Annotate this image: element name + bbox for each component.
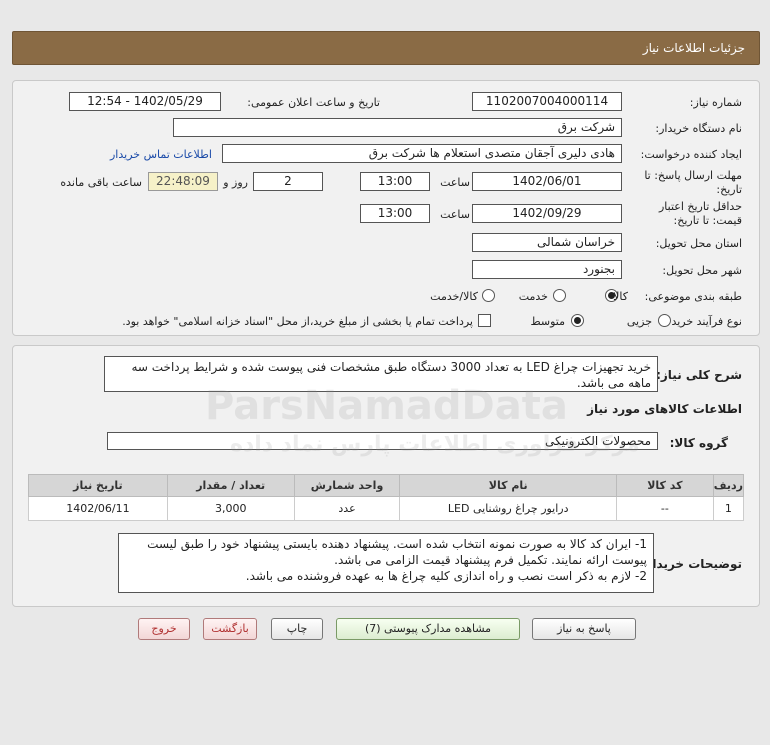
deadline-date-field: 1402/06/01 [472, 172, 622, 191]
summary-field: خرید تجهیزات چراغ LED به تعداد 3000 دستگ… [104, 356, 658, 392]
cell-date: 1402/06/11 [28, 496, 168, 521]
requester-label: ایجاد کننده درخواست: [640, 148, 742, 161]
category-service-label: خدمت [518, 290, 548, 303]
goods-group-field: محصولات الکترونیکی [107, 432, 658, 450]
category-label: طبقه بندی موضوعی: [644, 290, 742, 303]
need-number-label: شماره نیاز: [689, 96, 742, 109]
city-label: شهر محل تحویل: [662, 264, 742, 277]
validity-label: حداقل تاریخ اعتبار [658, 200, 742, 213]
deadline-label: مهلت ارسال پاسخ: تا [644, 169, 742, 182]
cell-code: -- [615, 496, 714, 521]
col-qty: تعداد / مقدار [166, 474, 295, 497]
purchase-radio-medium[interactable] [571, 314, 584, 327]
col-row: ردیف [712, 474, 745, 497]
buyer-notes-field: 1- ایران کد کالا به صورت نمونه انتخاب شد… [118, 533, 654, 593]
purchase-medium-label: متوسط [530, 315, 565, 328]
category-radio-goods-service[interactable] [482, 289, 495, 302]
category-goods-service-label: کالا/خدمت [430, 290, 478, 303]
buyer-org-label: نام دستگاه خریدار: [655, 122, 742, 135]
validity-date-field: 1402/09/29 [472, 204, 622, 223]
col-unit: واحد شمارش [293, 474, 401, 497]
category-radio-service[interactable] [553, 289, 566, 302]
print-button[interactable]: چاپ [271, 618, 323, 640]
requester-field: هادی دلیری آجقان متصدی استعلام ها شرکت ب… [222, 144, 622, 163]
announce-label: تاریخ و ساعت اعلان عمومی: [247, 96, 380, 109]
cell-qty: 3,000 [166, 496, 295, 521]
table-row: 1 -- درایور چراغ روشنایی LED عدد 3,000 1… [28, 496, 745, 521]
view-attachments-button[interactable]: مشاهده مدارک پیوستی (7) [336, 618, 520, 640]
buyer-contact-link[interactable]: اطلاعات تماس خریدار [110, 148, 212, 161]
city-field: بجنورد [472, 260, 622, 279]
buyer-note-2: 2- لازم به ذکر است نصب و راه اندازی کلیه… [245, 569, 647, 583]
buyer-notes-label: توضیحات خریدار: [640, 557, 742, 571]
cell-name: درایور چراغ روشنایی LED [399, 496, 617, 521]
reply-button[interactable]: پاسخ به نیاز [532, 618, 636, 640]
summary-label: شرح کلی نیاز: [656, 368, 742, 382]
category-goods-label: کالا [613, 290, 628, 303]
validity-time-label: ساعت [440, 208, 470, 221]
purchase-minor-label: جزیی [626, 315, 652, 328]
announce-field: 1402/05/29 - 12:54 [69, 92, 221, 111]
cell-row: 1 [712, 496, 745, 521]
buyer-org-field: شرکت برق [173, 118, 622, 137]
purchase-radio-minor[interactable] [658, 314, 671, 327]
deadline-time-label: ساعت [440, 176, 470, 189]
goods-info-title: اطلاعات کالاهای مورد نیاز [587, 402, 742, 416]
goods-table: ردیف کد کالا نام کالا واحد شمارش تعداد /… [28, 474, 745, 521]
page-header: جزئیات اطلاعات نیاز [12, 31, 760, 65]
treasury-payment-checkbox[interactable] [478, 314, 491, 327]
exit-button[interactable]: خروج [138, 618, 190, 640]
col-name: نام کالا [399, 474, 617, 497]
need-number-field: 1102007004000114 [472, 92, 622, 111]
remaining-label: ساعت باقی مانده [60, 176, 142, 189]
treasury-payment-note: پرداخت تمام یا بخشی از مبلغ خرید،از محل … [122, 315, 473, 328]
days-field: 2 [253, 172, 323, 191]
deadline-time-field: 13:00 [360, 172, 430, 191]
page-title: جزئیات اطلاعات نیاز [642, 41, 745, 55]
back-button[interactable]: بازگشت [203, 618, 257, 640]
col-date: تاریخ نیاز [28, 474, 168, 497]
deadline-label-date: تاریخ: [716, 183, 742, 196]
goods-group-label: گروه کالا: [669, 436, 728, 450]
remaining-time-field: 22:48:09 [148, 172, 218, 191]
days-label: روز و [223, 176, 248, 189]
province-label: استان محل تحویل: [655, 237, 742, 250]
buyer-note-1: 1- ایران کد کالا به صورت نمونه انتخاب شد… [147, 537, 647, 567]
validity-label-date: قیمت: تا تاریخ: [673, 214, 742, 227]
purchase-type-label: نوع فرآیند خرید : [664, 315, 742, 328]
validity-time-field: 13:00 [360, 204, 430, 223]
cell-unit: عدد [293, 496, 401, 521]
col-code: کد کالا [615, 474, 714, 497]
province-field: خراسان شمالی [472, 233, 622, 252]
goods-table-header: ردیف کد کالا نام کالا واحد شمارش تعداد /… [28, 474, 745, 497]
